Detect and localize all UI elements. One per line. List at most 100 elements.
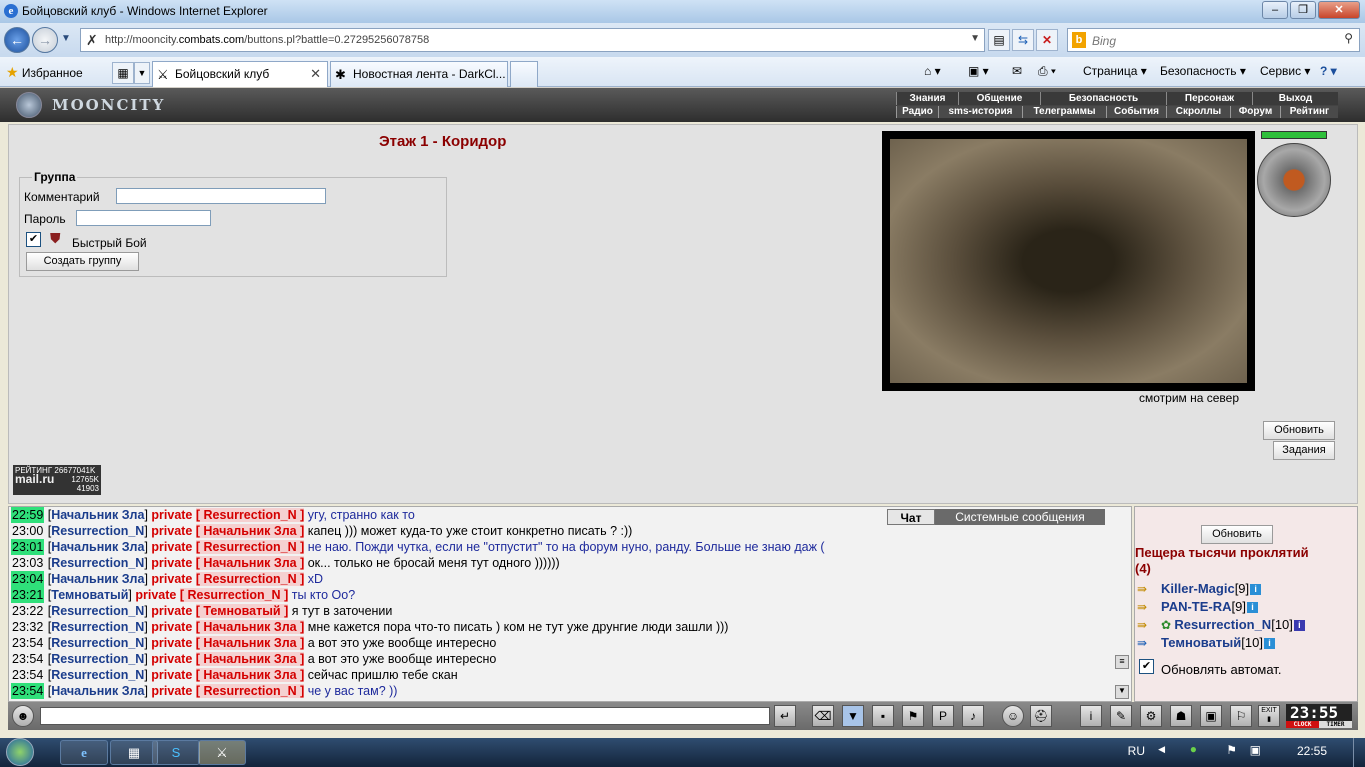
private-marker[interactable]: private: [151, 636, 192, 650]
smiley-icon[interactable]: ☺: [1002, 705, 1024, 727]
recipient-nick[interactable]: [ Темноватый ]: [195, 604, 289, 618]
sound-icon[interactable]: ♪: [962, 705, 984, 727]
menu-rating[interactable]: Рейтинг: [1280, 106, 1338, 118]
mail-rating-badge[interactable]: РЕЙТИНГ 26677041K mail.ru 12765K 41903: [13, 465, 101, 495]
private-marker[interactable]: private: [151, 524, 192, 538]
tray-flag-icon[interactable]: ⚑: [1226, 743, 1237, 757]
message-time[interactable]: 23:03: [11, 555, 44, 571]
tray-app-icon[interactable]: ●: [1190, 742, 1197, 756]
user-row[interactable]: ⇛ Темноватый[10] i: [1137, 635, 1275, 650]
create-group-button[interactable]: Создать группу: [26, 252, 139, 271]
refresh-icon[interactable]: ⇆: [1012, 29, 1034, 51]
run-icon[interactable]: ⚑: [902, 705, 924, 727]
search-icon[interactable]: ⚲: [1344, 31, 1353, 45]
send-icon[interactable]: ↵: [774, 705, 796, 727]
sender-nick[interactable]: Resurrection_N: [51, 556, 144, 570]
box-icon[interactable]: ▣: [1200, 705, 1222, 727]
minimize-button[interactable]: –: [1262, 1, 1288, 19]
message-time[interactable]: 23:01: [11, 539, 45, 555]
smile-head-icon[interactable]: ☻: [12, 705, 34, 727]
scroll-down-icon[interactable]: ▼: [1115, 685, 1129, 699]
private-marker[interactable]: private: [151, 556, 192, 570]
recipient-nick[interactable]: [ Resurrection_N ]: [195, 540, 305, 554]
tab-chat[interactable]: Чат: [887, 509, 935, 525]
sender-nick[interactable]: Resurrection_N: [51, 652, 144, 666]
sender-nick[interactable]: Resurrection_N: [51, 524, 144, 538]
recipient-nick[interactable]: [ Начальник Зла ]: [195, 652, 305, 666]
tasks-button[interactable]: Задания: [1273, 441, 1335, 460]
refresh-users-button[interactable]: Обновить: [1201, 525, 1273, 544]
sender-nick[interactable]: Resurrection_N: [51, 668, 144, 682]
menu-safety[interactable]: Безопасность: [1040, 92, 1166, 105]
page-menu[interactable]: Страница ▾: [1083, 64, 1147, 78]
back-button[interactable]: ←: [4, 27, 30, 53]
sender-nick[interactable]: Resurrection_N: [51, 604, 144, 618]
favorites-button[interactable]: ★ Избранное: [6, 64, 83, 81]
taskbar-ie-icon[interactable]: e: [60, 740, 108, 765]
sender-nick[interactable]: Начальник Зла: [51, 684, 144, 698]
message-time[interactable]: 22:59: [11, 507, 45, 523]
quick-tabs-icon[interactable]: ▦: [112, 62, 134, 84]
start-button[interactable]: [6, 738, 46, 767]
password-input[interactable]: [76, 210, 211, 226]
message-time[interactable]: 23:32: [11, 619, 44, 635]
menu-radio[interactable]: Радио: [896, 106, 938, 118]
mail-icon[interactable]: ✉: [1012, 64, 1022, 78]
mask-icon[interactable]: ☗: [1170, 705, 1192, 727]
address-dropdown-icon[interactable]: ▼: [970, 33, 980, 44]
sender-nick[interactable]: Начальник Зла: [51, 572, 144, 586]
tab-news-feed[interactable]: ✱ Новостная лента - DarkCl...: [330, 61, 508, 87]
recipient-nick[interactable]: [ Resurrection_N ]: [195, 572, 305, 586]
menu-forum[interactable]: Форум: [1230, 106, 1280, 118]
recipient-nick[interactable]: [ Resurrection_N ]: [195, 684, 305, 698]
private-marker[interactable]: private: [151, 572, 192, 586]
maximize-button[interactable]: ❐: [1290, 1, 1316, 19]
info-icon[interactable]: i: [1293, 620, 1305, 632]
tab-list-icon[interactable]: ▼: [134, 62, 150, 84]
help-icon[interactable]: ? ▾: [1320, 64, 1337, 78]
recipient-nick[interactable]: [ Начальник Зла ]: [195, 668, 305, 682]
chat-input[interactable]: [40, 707, 770, 725]
sender-nick[interactable]: Начальник Зла: [51, 508, 144, 522]
message-time[interactable]: 23:22: [11, 603, 44, 619]
menu-events[interactable]: События: [1106, 106, 1166, 118]
menu-communication[interactable]: Общение: [958, 92, 1040, 105]
recipient-nick[interactable]: [ Resurrection_N ]: [195, 508, 305, 522]
recipient-nick[interactable]: [ Начальник Зла ]: [195, 556, 305, 570]
history-dropdown-icon[interactable]: ▼: [61, 33, 71, 44]
scroll-handle-icon[interactable]: ≡: [1115, 655, 1129, 669]
user-row[interactable]: ⇛ ✿ Resurrection_N[10] i: [1137, 617, 1305, 632]
comment-input[interactable]: [116, 188, 326, 204]
feeds-icon[interactable]: ▣ ▾: [968, 64, 989, 78]
exit-icon[interactable]: EXIT ▮: [1258, 705, 1280, 727]
sender-nick[interactable]: Resurrection_N: [51, 636, 144, 650]
private-marker[interactable]: private: [151, 668, 192, 682]
private-marker[interactable]: private: [151, 652, 192, 666]
auto-refresh-checkbox[interactable]: ✔: [1139, 659, 1154, 674]
info-icon[interactable]: i: [1247, 602, 1258, 614]
recipient-nick[interactable]: [ Начальник Зла ]: [195, 620, 305, 634]
message-time[interactable]: 23:04: [11, 571, 45, 587]
private-marker[interactable]: private: [151, 684, 192, 698]
tab-fight-club[interactable]: ⚔ Бойцовский клуб ✕: [152, 61, 328, 87]
pl-icon[interactable]: P: [932, 705, 954, 727]
recipient-nick[interactable]: [ Начальник Зла ]: [195, 524, 305, 538]
user-row[interactable]: ⇛ Killer-Magic[9] i: [1137, 581, 1262, 596]
show-desktop-button[interactable]: [1353, 738, 1365, 767]
new-tab-button[interactable]: [510, 61, 538, 87]
print-icon[interactable]: ⎙ ▾: [1038, 64, 1056, 79]
private-marker[interactable]: private: [151, 540, 192, 554]
recipient-nick[interactable]: [ Начальник Зла ]: [195, 636, 305, 650]
info-icon[interactable]: i: [1250, 584, 1262, 596]
chat-scrollbar[interactable]: ≡ ▼: [1115, 655, 1129, 699]
language-indicator[interactable]: RU: [1128, 744, 1145, 758]
clock-mode[interactable]: CLOCK: [1286, 721, 1319, 728]
message-time[interactable]: 23:54: [11, 683, 45, 699]
user-row[interactable]: ⇛ PAN-TE-RA[9] i: [1137, 599, 1258, 614]
safety-menu[interactable]: Безопасность ▾: [1160, 64, 1246, 78]
private-marker[interactable]: private: [151, 604, 192, 618]
quill-icon[interactable]: ✎: [1110, 705, 1132, 727]
info-tool-icon[interactable]: i: [1080, 705, 1102, 727]
close-window-button[interactable]: ✕: [1318, 1, 1360, 19]
menu-character[interactable]: Персонаж: [1166, 92, 1252, 105]
